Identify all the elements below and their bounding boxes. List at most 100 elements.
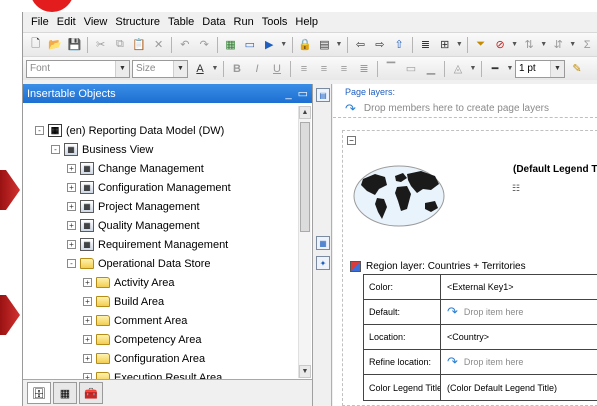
expand-icon[interactable]: + [67,221,76,230]
collapse-icon[interactable]: - [51,145,60,154]
expand-icon[interactable]: + [67,183,76,192]
undo-icon[interactable]: ↶ [176,36,193,54]
chevron-down-icon[interactable]: ▼ [506,60,514,78]
chevron-down-icon[interactable]: ▼ [540,36,548,54]
menu-view[interactable]: View [80,12,112,32]
expand-icon[interactable]: + [67,240,76,249]
cut-icon[interactable]: ✂ [92,36,109,54]
minimize-icon[interactable]: _ [285,88,291,100]
line-weight-select[interactable]: 1 pt ▼ [515,59,565,78]
font-select[interactable]: Font ▼ [26,59,130,78]
data-items-tab-icon[interactable]: ▦ [53,382,77,404]
chevron-down-icon[interactable]: ▼ [455,36,463,54]
sort-descending-icon[interactable]: ⇵ [550,36,567,54]
expand-icon[interactable]: + [83,354,92,363]
back-arrow-icon[interactable]: ⇦ [352,36,369,54]
open-icon[interactable]: 📂 [46,36,63,54]
section-icon[interactable]: ⊞ [436,36,453,54]
menu-data[interactable]: Data [198,12,229,32]
query-explorer-icon[interactable]: ▦ [316,236,330,250]
collapse-icon[interactable]: − [347,136,356,145]
tree-item[interactable]: + ▦ Project Management [23,197,298,216]
align-center-icon[interactable]: ≡ [315,60,333,78]
lock-icon[interactable]: 🔒 [297,36,314,54]
redo-icon[interactable]: ↷ [196,36,213,54]
tree-item[interactable]: - ▦ (en) Reporting Data Model (DW) [23,121,298,140]
expand-icon[interactable]: + [83,278,92,287]
tree-item[interactable]: + Execution Result Area [23,368,298,379]
menu-file[interactable]: File [27,12,53,32]
tree-item[interactable]: + Build Area [23,292,298,311]
map-object[interactable]: − (Default Legend T ☷ Region layer: Coun… [342,130,597,406]
drop-zone[interactable]: ↷ Drop item here [441,350,597,374]
run-report-icon[interactable]: ▶ [261,36,278,54]
drop-zone[interactable]: ↷ Drop item here [441,300,597,324]
tree-item[interactable]: + ▦ Quality Management [23,216,298,235]
size-select[interactable]: Size ▼ [132,59,188,78]
menu-run[interactable]: Run [230,12,258,32]
chevron-down-icon[interactable]: ▼ [569,36,577,54]
page-explorer-icon[interactable]: ▤ [316,88,330,102]
suppress-icon[interactable]: ⊘ [491,36,508,54]
prop-row-default[interactable]: Default: ↷ Drop item here [364,300,597,325]
summarize-icon[interactable]: Σ [579,36,596,54]
valign-bottom-icon[interactable]: ▁ [422,60,440,78]
valign-top-icon[interactable]: ▔ [382,60,400,78]
sort-icon[interactable]: ⇅ [520,36,537,54]
chevron-down-icon[interactable]: ▼ [469,60,477,78]
prop-row-refine-location[interactable]: Refine location: ↷ Drop item here [364,350,597,375]
filter-icon[interactable]: ⏷ [472,36,489,54]
menu-table[interactable]: Table [164,12,198,32]
restore-icon[interactable]: ▭ [298,87,308,100]
expand-icon[interactable]: + [67,164,76,173]
source-tab-icon[interactable]: 🗄 [27,382,51,404]
chevron-down-icon[interactable]: ▼ [280,36,288,54]
xml-icon[interactable]: ▭ [241,36,258,54]
menu-tools[interactable]: Tools [258,12,292,32]
valign-middle-icon[interactable]: ▭ [402,60,420,78]
align-right-icon[interactable]: ≡ [335,60,353,78]
page-layers-dropzone[interactable]: Page layers: ↷ Drop members here to crea… [333,84,597,118]
up-arrow-icon[interactable]: ⇧ [391,36,408,54]
underline-icon[interactable]: U [268,60,286,78]
legend-icon[interactable]: ☷ [512,183,524,194]
chevron-down-icon[interactable]: ▼ [115,60,129,77]
toolbox-tab-icon[interactable]: 🧰 [79,382,103,404]
tree-item[interactable]: + Competency Area [23,330,298,349]
collapse-icon[interactable]: - [35,126,44,135]
expand-icon[interactable]: + [83,335,92,344]
font-color-icon[interactable]: A [191,60,209,78]
pencil-icon[interactable]: ✎ [568,60,586,78]
group-icon[interactable]: ≣ [417,36,434,54]
save-icon[interactable]: 💾 [66,36,83,54]
line-style-icon[interactable]: ━ [486,60,504,78]
tree-item[interactable]: + Configuration Area [23,349,298,368]
chevron-down-icon[interactable]: ▼ [173,60,187,77]
justify-icon[interactable]: ≣ [355,60,373,78]
align-left-icon[interactable]: ≡ [295,60,313,78]
expand-icon[interactable]: + [83,297,92,306]
menu-edit[interactable]: Edit [53,12,80,32]
tree-item[interactable]: + ▦ Change Management [23,159,298,178]
paste-icon[interactable]: 📋 [131,36,148,54]
menu-help[interactable]: Help [291,12,322,32]
scroll-thumb[interactable] [300,122,310,232]
background-color-icon[interactable]: ◬ [449,60,467,78]
italic-icon[interactable]: I [248,60,266,78]
expand-icon[interactable]: + [67,202,76,211]
legend-title[interactable]: (Default Legend T [513,164,597,175]
expand-icon[interactable]: + [83,316,92,325]
bold-icon[interactable]: B [228,60,246,78]
tree-item[interactable]: - ▦ Business View [23,140,298,159]
validate-report-icon[interactable]: ▦ [222,36,239,54]
chevron-down-icon[interactable]: ▼ [511,36,519,54]
tree-scrollbar[interactable]: ▲ ▼ [298,106,311,378]
scroll-down-icon[interactable]: ▼ [299,365,311,378]
menu-structure[interactable]: Structure [111,12,164,32]
chevron-down-icon[interactable]: ▼ [550,60,564,77]
tree-item[interactable]: - Operational Data Store [23,254,298,273]
delete-icon[interactable]: ✕ [150,36,167,54]
chevron-down-icon[interactable]: ▼ [335,36,343,54]
collapse-icon[interactable]: - [67,259,76,268]
condition-explorer-icon[interactable]: ✦ [316,256,330,270]
